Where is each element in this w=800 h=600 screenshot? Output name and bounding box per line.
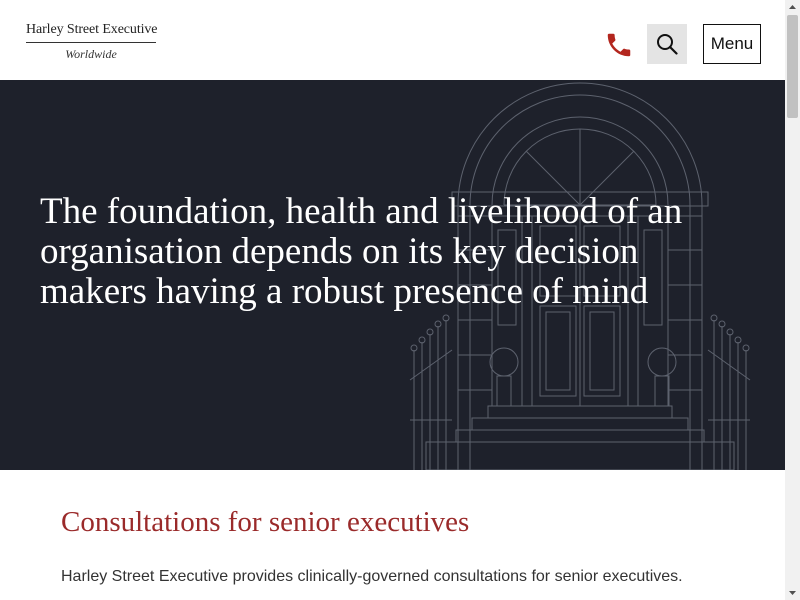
site-logo[interactable]: Harley Street Executive Worldwide <box>26 22 158 64</box>
phone-icon <box>607 33 631 57</box>
scrollbar-thumb[interactable] <box>787 15 798 118</box>
section-title: Consultations for senior executives <box>61 506 470 538</box>
logo-divider <box>26 42 156 43</box>
logo-title: Harley Street Executive <box>26 22 158 37</box>
search-button[interactable] <box>647 24 687 64</box>
hero-heading: The foundation, health and livelihood of… <box>40 191 683 312</box>
scroll-up-arrow-icon[interactable] <box>785 0 800 15</box>
scroll-down-arrow-icon[interactable] <box>785 585 800 600</box>
site-header: Harley Street Executive Worldwide Menu <box>0 0 785 80</box>
logo-subtitle: Worldwide <box>65 47 117 61</box>
hero-banner: The foundation, health and livelihood of… <box>0 80 785 470</box>
page-scrollbar[interactable] <box>785 0 800 600</box>
main-content: Consultations for senior executives Harl… <box>0 470 785 600</box>
search-icon <box>657 34 678 55</box>
phone-button[interactable] <box>604 30 634 60</box>
menu-button[interactable]: Menu <box>703 24 761 64</box>
section-intro: Harley Street Executive provides clinica… <box>61 568 683 585</box>
